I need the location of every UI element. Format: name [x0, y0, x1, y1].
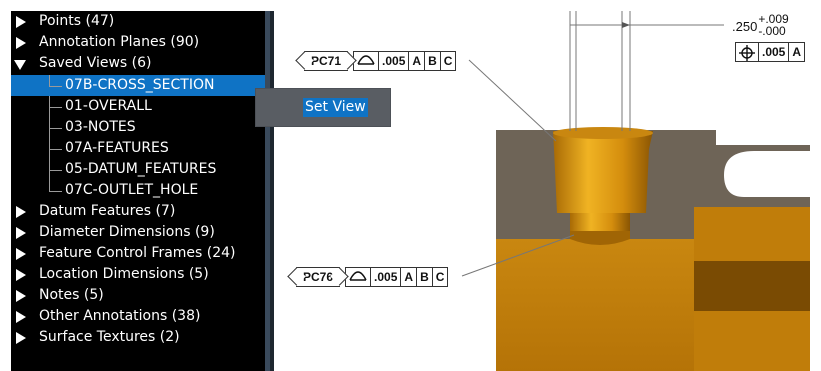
app-frame: Points (47) Annotation Planes (90) Saved… — [0, 0, 821, 371]
collapse-arrow-icon[interactable] — [14, 60, 26, 70]
tree-item-points[interactable]: Points (47) — [11, 11, 114, 32]
dimension-nominal: .250 — [732, 19, 758, 34]
tree-item-diameter-dimensions[interactable]: Diameter Dimensions (9) — [11, 222, 215, 243]
model-viewport[interactable]: PC71.005 A B C PC76.005 A B C .250 +.009 -.000 .… — [274, 11, 810, 371]
pc71-tag: PC71 — [304, 51, 349, 71]
dimension-250[interactable]: .250 +.009 -.000 — [732, 13, 789, 37]
expand-arrow-icon[interactable] — [16, 227, 26, 239]
tree-item-label: Saved Views (6) — [39, 55, 152, 71]
saved-view-label: 05-DATUM_FEATURES — [65, 161, 217, 177]
tree-branch-line — [49, 96, 62, 108]
dimension-arrow — [622, 22, 630, 28]
saved-view-03-notes[interactable]: 03-NOTES — [11, 117, 265, 138]
saved-view-label: 03-NOTES — [65, 119, 136, 135]
feature-control-frame-position[interactable]: .005 A — [735, 42, 806, 62]
tree-item-label: Points (47) — [39, 13, 115, 29]
tree-branch-line — [49, 180, 62, 192]
counterbore-wall — [553, 131, 653, 213]
position-icon — [735, 42, 759, 62]
tree-item-label: Location Dimensions (5) — [39, 266, 209, 282]
tree-item-saved-views[interactable]: Saved Views (6) — [11, 53, 152, 74]
saved-view-05-datum-features[interactable]: 05-DATUM_FEATURES — [11, 159, 265, 180]
pc76-tolerance: .005 — [370, 267, 402, 287]
tree-item-label: Diameter Dimensions (9) — [39, 224, 215, 240]
tree-item-label: Datum Features (7) — [39, 203, 176, 219]
expand-arrow-icon[interactable] — [16, 37, 26, 49]
position-tolerance: .005 — [758, 42, 790, 62]
pc71-tolerance: .005 — [378, 51, 410, 71]
bore-neck — [570, 213, 630, 231]
feature-control-frame-pc71[interactable]: PC71 .005 A B C — [304, 51, 457, 71]
pc71-datum-a: A — [408, 51, 426, 71]
feature-control-frame-pc76[interactable]: PC76 .005 A B C — [296, 267, 449, 287]
leader-line-pc71 — [468, 59, 557, 142]
tree-item-label: Annotation Planes (90) — [39, 34, 200, 50]
saved-view-label: 07B-CROSS_SECTION — [65, 77, 215, 93]
expand-arrow-icon[interactable] — [16, 269, 26, 281]
tree-item-location-dimensions[interactable]: Location Dimensions (5) — [11, 264, 209, 285]
tree-item-surface-textures[interactable]: Surface Textures (2) — [11, 327, 180, 348]
annotation-tree: Points (47) Annotation Planes (90) Saved… — [11, 11, 265, 371]
saved-view-07b-cross-section[interactable]: 07B-CROSS_SECTION — [11, 75, 265, 96]
profile-of-surface-icon — [345, 267, 372, 287]
tree-item-annotation-planes[interactable]: Annotation Planes (90) — [11, 32, 199, 53]
tree-item-datum-features[interactable]: Datum Features (7) — [11, 201, 175, 222]
tree-item-label: Notes (5) — [39, 287, 104, 303]
lower-body-shadow — [694, 261, 810, 311]
pc76-datum-a: A — [400, 267, 418, 287]
tree-item-other-annotations[interactable]: Other Annotations (38) — [11, 306, 200, 327]
tree-branch-line — [49, 75, 62, 87]
expand-arrow-icon[interactable] — [16, 311, 26, 323]
tree-item-label: Surface Textures (2) — [39, 329, 180, 345]
pc71-datum-c: C — [439, 51, 457, 71]
tree-item-notes[interactable]: Notes (5) — [11, 285, 104, 306]
set-view-menu-item[interactable]: Set View — [303, 98, 368, 117]
saved-view-07c-outlet-hole[interactable]: 07C-OUTLET_HOLE — [11, 180, 265, 201]
section-cavity — [724, 151, 810, 197]
context-menu: Set View — [256, 89, 390, 126]
profile-of-surface-icon — [353, 51, 380, 71]
tree-item-label: Other Annotations (38) — [39, 308, 201, 324]
saved-view-07a-features[interactable]: 07A-FEATURES — [11, 138, 265, 159]
tree-branch-line — [49, 159, 62, 171]
expand-arrow-icon[interactable] — [16, 290, 26, 302]
expand-arrow-icon[interactable] — [16, 16, 26, 28]
tree-branch-line — [49, 138, 62, 150]
tree-branch-line — [49, 117, 62, 129]
pc71-tag-label: PC71 — [311, 54, 342, 68]
dimension-lower-tolerance: -.000 — [758, 24, 786, 38]
counterbore-rim — [553, 127, 653, 139]
saved-view-label: 01-OVERALL — [65, 98, 152, 114]
position-datum-a: A — [788, 42, 806, 62]
lower-body-left — [496, 239, 694, 371]
pc71-datum-b: B — [424, 51, 441, 71]
saved-view-label: 07A-FEATURES — [65, 140, 169, 156]
pc76-tag-label: PC76 — [303, 270, 334, 284]
pc76-datum-c: C — [431, 267, 449, 287]
expand-arrow-icon[interactable] — [16, 332, 26, 344]
expand-arrow-icon[interactable] — [16, 206, 26, 218]
pc76-datum-b: B — [416, 267, 433, 287]
saved-view-label: 07C-OUTLET_HOLE — [65, 182, 199, 198]
expand-arrow-icon[interactable] — [16, 248, 26, 260]
saved-view-01-overall[interactable]: 01-OVERALL — [11, 96, 265, 117]
tree-item-feature-control-frames[interactable]: Feature Control Frames (24) — [11, 243, 236, 264]
tree-item-label: Feature Control Frames (24) — [39, 245, 236, 261]
pc76-tag: PC76 — [296, 267, 341, 287]
